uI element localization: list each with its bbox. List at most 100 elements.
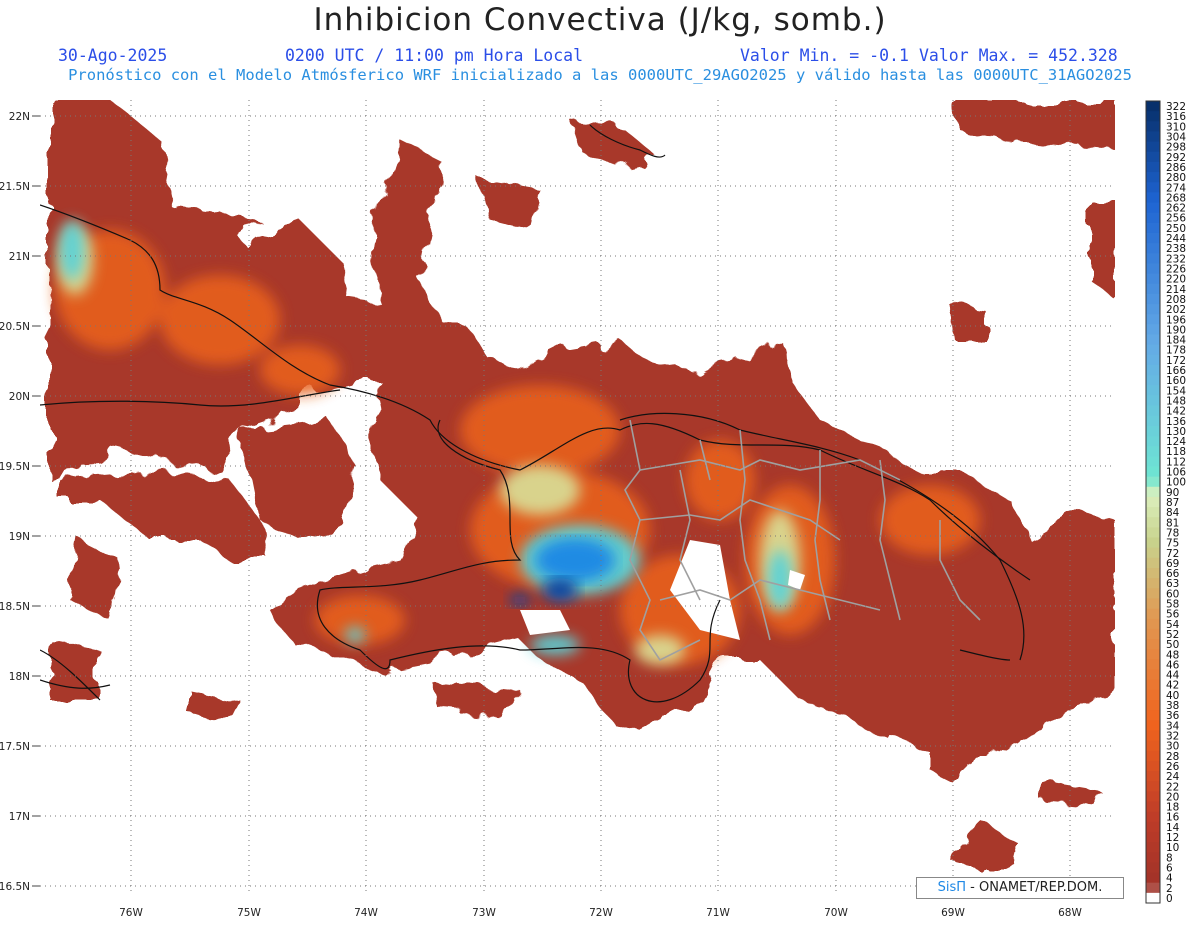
colorbar-swatch bbox=[1146, 232, 1160, 244]
colorbar-swatch bbox=[1146, 598, 1160, 610]
colorbar-swatch bbox=[1146, 740, 1160, 752]
colorbar-swatch bbox=[1146, 161, 1160, 173]
colorbar-swatch bbox=[1146, 486, 1160, 498]
colorbar-swatch bbox=[1146, 801, 1160, 813]
lon-label: 71W bbox=[706, 907, 730, 919]
colorbar-swatch bbox=[1146, 425, 1160, 437]
colorbar-swatch bbox=[1146, 689, 1160, 701]
colorbar-swatch bbox=[1146, 141, 1160, 153]
lat-label: 18N bbox=[9, 671, 30, 683]
lon-label: 74W bbox=[354, 907, 378, 919]
colorbar-swatch bbox=[1146, 344, 1160, 356]
colorbar-swatch bbox=[1146, 466, 1160, 478]
colorbar-swatch bbox=[1146, 263, 1160, 275]
colorbar-swatch bbox=[1146, 364, 1160, 376]
colorbar-swatch bbox=[1146, 354, 1160, 366]
colorbar-swatch bbox=[1146, 882, 1160, 894]
colorbar-swatch bbox=[1146, 852, 1160, 863]
colorbar-swatch bbox=[1146, 588, 1160, 599]
lon-label: 76W bbox=[119, 907, 143, 919]
colorbar-swatch bbox=[1146, 649, 1160, 660]
colorbar-swatch bbox=[1146, 750, 1160, 762]
colorbar-swatch bbox=[1146, 771, 1160, 782]
colorbar-swatch bbox=[1146, 527, 1160, 539]
colorbar-swatch bbox=[1146, 537, 1160, 549]
colorbar-swatch bbox=[1146, 202, 1160, 214]
colorbar-swatch bbox=[1146, 405, 1160, 417]
lat-label: 16.5N bbox=[0, 881, 30, 893]
colorbar-swatch bbox=[1146, 608, 1160, 620]
colorbar-swatch bbox=[1146, 669, 1160, 681]
colorbar-swatch bbox=[1146, 578, 1160, 589]
lat-label: 21N bbox=[9, 251, 30, 263]
colorbar-swatch bbox=[1146, 831, 1160, 843]
lon-label: 75W bbox=[237, 907, 261, 919]
lat-label: 19N bbox=[9, 531, 30, 543]
colorbar-swatch bbox=[1146, 618, 1160, 630]
colorbar-swatch bbox=[1146, 507, 1160, 518]
colorbar-swatch bbox=[1146, 304, 1160, 315]
colorbar-swatch bbox=[1146, 182, 1160, 193]
colorbar-swatch bbox=[1146, 101, 1160, 112]
colorbar-swatch bbox=[1146, 273, 1160, 285]
lat-label: 20.5N bbox=[0, 321, 30, 333]
lat-label: 19.5N bbox=[0, 461, 30, 473]
colorbar-swatch bbox=[1146, 253, 1160, 264]
colorbar-swatch bbox=[1146, 151, 1160, 163]
colorbar-swatch bbox=[1146, 456, 1160, 467]
colorbar-swatch bbox=[1146, 121, 1160, 132]
colorbar-swatch bbox=[1146, 557, 1160, 569]
credit-box: SisΠ - ONAMET/REP.DOM. bbox=[916, 877, 1124, 899]
lat-label: 21.5N bbox=[0, 181, 30, 193]
colorbar: 3223163103042982922862802742682622562502… bbox=[1145, 100, 1186, 905]
colorbar-swatch bbox=[1146, 892, 1160, 904]
colorbar-swatch bbox=[1146, 395, 1160, 407]
colorbar-swatch bbox=[1146, 791, 1160, 802]
colorbar-swatch bbox=[1146, 811, 1160, 823]
lat-label: 17N bbox=[9, 811, 30, 823]
lat-label: 18.5N bbox=[0, 601, 30, 613]
colorbar-swatch bbox=[1146, 781, 1160, 792]
colorbar-swatch bbox=[1146, 547, 1160, 559]
colorbar-swatch bbox=[1146, 314, 1160, 325]
colorbar-swatch bbox=[1146, 324, 1160, 335]
colorbar-swatch bbox=[1146, 710, 1160, 721]
colorbar-swatch bbox=[1146, 283, 1160, 295]
map-svg: 22N 21.5N 21N 20.5N 20N 19.5N 19N 18.5N … bbox=[0, 100, 1186, 919]
colorbar-swatch bbox=[1146, 730, 1160, 742]
colorbar-swatch bbox=[1146, 375, 1160, 386]
credit-text: - ONAMET/REP.DOM. bbox=[966, 880, 1103, 895]
colorbar-swatch bbox=[1146, 720, 1160, 731]
colorbar-swatch bbox=[1146, 172, 1160, 183]
lat-label: 17.5N bbox=[0, 741, 30, 753]
colorbar-swatch bbox=[1146, 476, 1160, 488]
colorbar-swatch bbox=[1146, 385, 1160, 396]
colorbar-swatch bbox=[1146, 659, 1160, 671]
colorbar-swatch bbox=[1146, 821, 1160, 833]
colorbar-swatch bbox=[1146, 628, 1160, 640]
colorbar-swatch bbox=[1146, 293, 1160, 305]
sis-logo-text: SisΠ bbox=[937, 880, 967, 895]
lon-label: 68W bbox=[1058, 907, 1082, 919]
colorbar-swatch bbox=[1146, 639, 1160, 650]
colorbar-swatch bbox=[1146, 222, 1160, 234]
colorbar-swatch bbox=[1146, 243, 1160, 254]
longitude-labels: 76W 75W 74W 73W 72W 71W 70W 69W 68W bbox=[119, 907, 1082, 919]
colorbar-swatch bbox=[1146, 567, 1160, 579]
colorbar-swatch bbox=[1146, 192, 1160, 204]
colorbar-swatch bbox=[1146, 699, 1160, 711]
colorbar-swatch bbox=[1146, 446, 1160, 457]
colorbar-swatch bbox=[1146, 872, 1160, 884]
lon-label: 69W bbox=[941, 907, 965, 919]
lon-label: 70W bbox=[824, 907, 848, 919]
colorbar-swatch bbox=[1146, 679, 1160, 691]
colorbar-swatch bbox=[1146, 517, 1160, 528]
latitude-labels: 22N 21.5N 21N 20.5N 20N 19.5N 19N 18.5N … bbox=[0, 111, 30, 893]
cin-shaded-field bbox=[50, 100, 1115, 865]
colorbar-swatch bbox=[1146, 842, 1160, 853]
colorbar-swatch bbox=[1146, 496, 1160, 508]
colorbar-swatch bbox=[1146, 131, 1160, 143]
colorbar-swatch bbox=[1146, 111, 1160, 122]
lat-label: 20N bbox=[9, 391, 30, 403]
colorbar-tick-label: 0 bbox=[1166, 893, 1173, 905]
